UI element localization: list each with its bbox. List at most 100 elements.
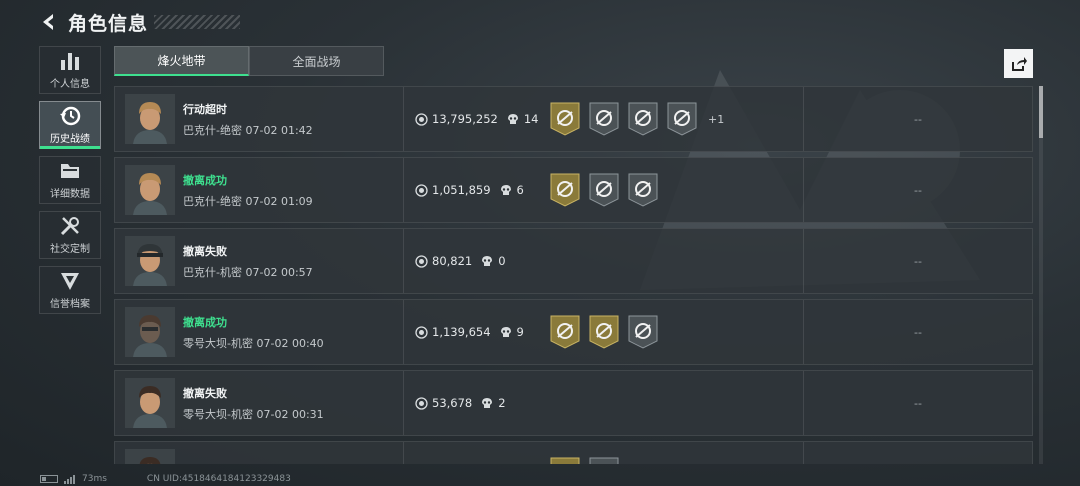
record-info: 撤离失败巴克什-机密 07-02 00:57 (183, 243, 403, 280)
title-decoration (154, 15, 241, 29)
operator-avatar (125, 236, 175, 286)
grey-rifle-badge-icon[interactable] (589, 457, 619, 464)
record-subtitle: 巴克什-绝密 07-02 01:09 (183, 193, 403, 209)
operator-avatar (125, 449, 175, 464)
coin-icon (414, 254, 428, 268)
record-kills: 2 (498, 396, 506, 410)
extra-badge-count: +1 (708, 112, 725, 126)
record-row[interactable]: 撤离成功 (114, 441, 1033, 464)
record-status: 撤离失败 (183, 386, 227, 400)
tab-2[interactable]: 全面战场 (249, 46, 384, 76)
column-divider (403, 442, 404, 464)
gold-crest-badge-icon[interactable] (550, 457, 580, 464)
record-value: 1,051,859 (432, 183, 491, 197)
record-right-value: -- (914, 254, 922, 268)
record-info: 撤离成功 (183, 464, 403, 465)
record-right-value: -- (914, 325, 922, 339)
record-status: 行动超时 (183, 102, 227, 116)
record-subtitle: 巴克什-机密 07-02 00:57 (183, 264, 403, 280)
badge-list (544, 371, 804, 435)
coin-icon (414, 325, 428, 339)
grey-rifle-badge-icon[interactable] (628, 315, 658, 349)
badge-list (544, 229, 804, 293)
record-kills: 0 (498, 254, 506, 268)
skull-icon (480, 396, 494, 410)
grey-rifle-badge-icon[interactable] (589, 173, 619, 207)
record-stats: 13,795,252 14 (404, 112, 544, 126)
record-value: 13,795,252 (432, 112, 498, 126)
record-map-mode: 巴克什-绝密 (183, 123, 242, 137)
tab-1[interactable]: 烽火地带 (114, 46, 249, 76)
grey-burst-badge-icon[interactable] (628, 102, 658, 136)
record-kills: 9 (516, 325, 524, 339)
operator-avatar (125, 94, 175, 144)
gold-crest-badge-icon[interactable] (550, 315, 580, 349)
back-arrow-icon[interactable] (38, 11, 60, 33)
sidebar-item-label: 社交定制 (50, 244, 90, 255)
record-stats: 1,139,654 9 (404, 325, 544, 339)
grey-skull-badge-icon[interactable] (667, 102, 697, 136)
skull-icon (499, 325, 513, 339)
record-status: 撤离失败 (183, 244, 227, 258)
scroll-thumb[interactable] (1039, 86, 1043, 138)
coin-icon (414, 112, 428, 126)
scrollbar[interactable] (1039, 86, 1043, 464)
record-map-mode: 零号大坝-机密 (183, 336, 253, 350)
record-info: 行动超时巴克什-绝密 07-02 01:42 (183, 101, 403, 138)
sidebar-item-1[interactable]: 个人信息 (39, 46, 101, 94)
record-subtitle: 零号大坝-机密 07-02 00:31 (183, 406, 403, 422)
page-title: 角色信息 (68, 12, 149, 35)
header: 角色信息 (38, 8, 241, 36)
grey-gun-badge-icon[interactable] (628, 173, 658, 207)
folder-icon (58, 160, 82, 182)
record-subtitle: 零号大坝-机密 07-02 00:40 (183, 335, 403, 351)
sidebar-nav: 个人信息历史战绩详细数据社交定制信誉档案 (39, 46, 101, 321)
record-stats: 53,678 2 (404, 396, 544, 410)
sidebar-item-label: 历史战绩 (50, 134, 90, 145)
sidebar-item-label: 信誉档案 (50, 299, 90, 310)
sidebar-item-label: 个人信息 (50, 79, 90, 90)
record-status: 撤离成功 (183, 464, 403, 465)
operator-avatar (125, 165, 175, 215)
shield-emblem-icon (58, 270, 82, 292)
record-stats: 1,051,859 6 (404, 183, 544, 197)
ping-text: 73ms (82, 474, 107, 484)
grey-rifle-badge-icon[interactable] (589, 102, 619, 136)
record-stats: 80,821 0 (404, 254, 544, 268)
record-map-mode: 巴克什-绝密 (183, 194, 242, 208)
record-right-value: -- (914, 396, 922, 410)
sidebar-item-5[interactable]: 信誉档案 (39, 266, 101, 314)
battery-icon (40, 475, 58, 483)
coin-icon (414, 183, 428, 197)
sidebar-item-2[interactable]: 历史战绩 (39, 101, 101, 149)
record-info: 撤离失败零号大坝-机密 07-02 00:31 (183, 385, 403, 422)
badge-list: +1 (544, 87, 804, 151)
record-row[interactable]: 撤离成功 零号大坝-机密 07-02 00:40 1,139,654 9 -- (114, 299, 1033, 365)
record-row[interactable]: 撤离成功 巴克什-绝密 07-02 01:09 1,051,859 6 -- (114, 157, 1033, 223)
skull-icon (506, 112, 520, 126)
record-info: 撤离成功 巴克什-绝密 07-02 01:09 (183, 172, 403, 209)
gold-crest-badge-icon[interactable] (550, 173, 580, 207)
record-list[interactable]: 行动超时 巴克什-绝密 07-02 01:42 13,795,252 14 +1 -- 撤离… (114, 86, 1033, 464)
record-time: 07-02 00:31 (256, 407, 324, 421)
record-kills: 6 (516, 183, 524, 197)
gold-crest-badge-icon[interactable] (550, 102, 580, 136)
record-row[interactable]: 撤离失败 巴克什-机密 07-02 00:57 80,821 0 -- (114, 228, 1033, 294)
share-button[interactable] (1004, 49, 1033, 78)
record-map-mode: 巴克什-机密 (183, 265, 242, 279)
record-row[interactable]: 撤离失败零号大坝-机密 07-02 00:31 53,678 2 -- (114, 370, 1033, 436)
sidebar-item-4[interactable]: 社交定制 (39, 211, 101, 259)
gold-target-badge-icon[interactable] (589, 315, 619, 349)
operator-avatar (125, 378, 175, 428)
record-right-value: -- (914, 183, 922, 197)
record-time: 07-02 00:57 (245, 265, 313, 279)
record-time: 07-02 01:42 (245, 123, 313, 137)
record-info: 撤离成功 零号大坝-机密 07-02 00:40 (183, 314, 403, 351)
sidebar-item-label: 详细数据 (50, 189, 90, 200)
mode-tabs: 烽火地带 全面战场 (114, 46, 384, 76)
coin-icon (414, 396, 428, 410)
record-row[interactable]: 行动超时 巴克什-绝密 07-02 01:42 13,795,252 14 +1 -- (114, 86, 1033, 152)
badge-list (544, 300, 804, 364)
sidebar-item-3[interactable]: 详细数据 (39, 156, 101, 204)
tools-icon (58, 215, 82, 237)
